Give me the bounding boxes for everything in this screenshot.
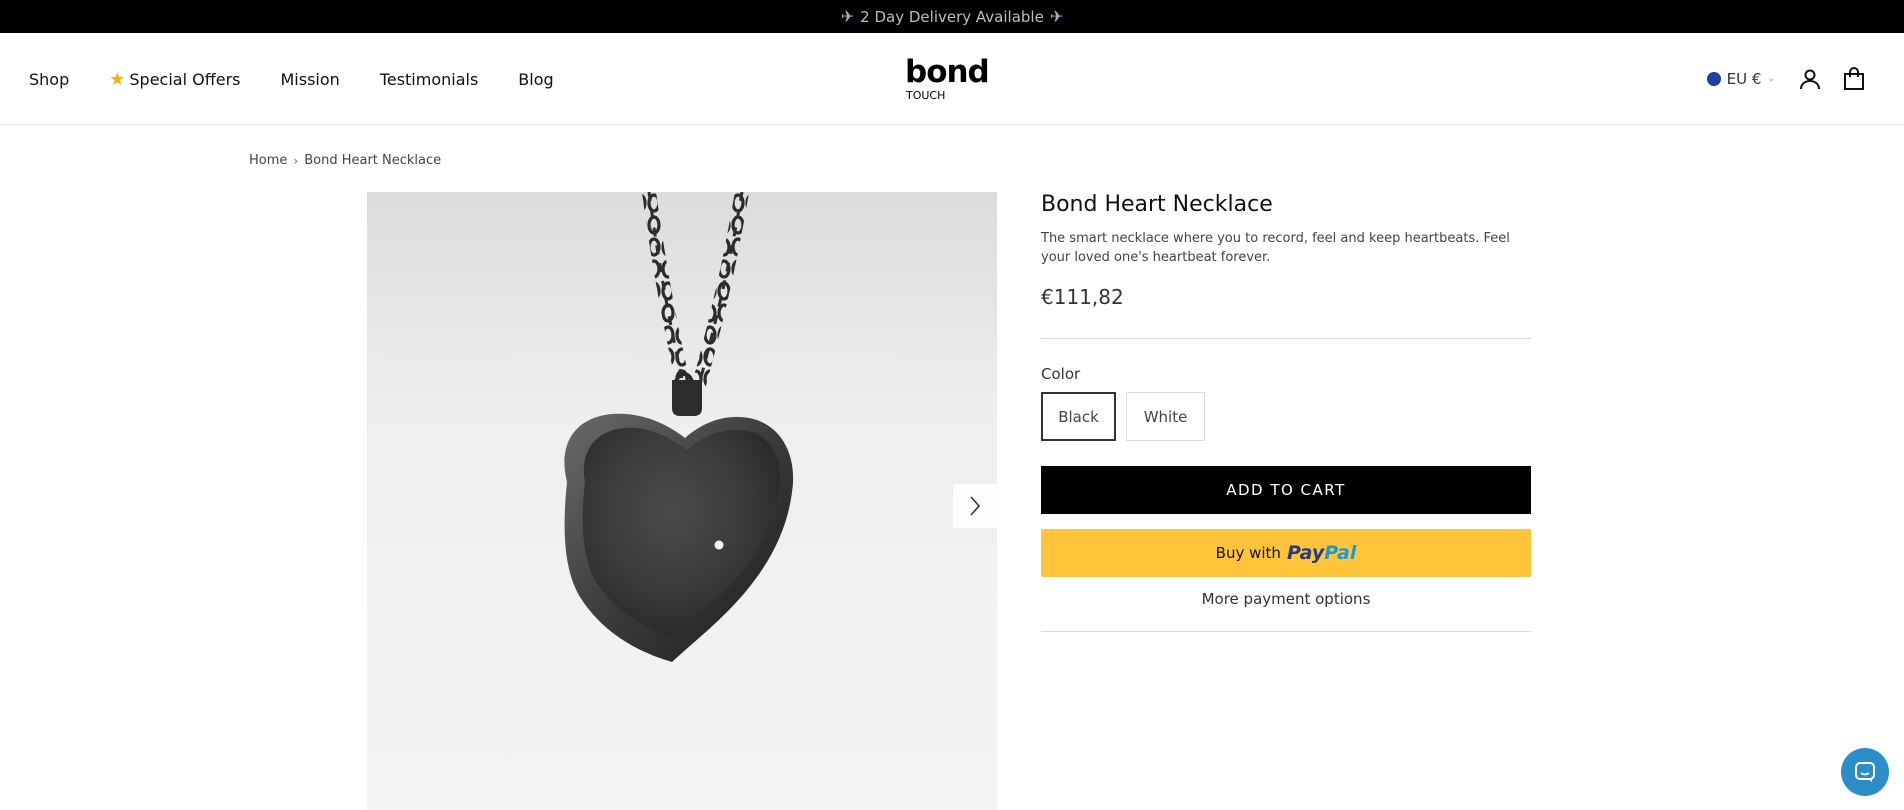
announcement-text: 2 Day Delivery Available [860, 7, 1044, 26]
site-header: Shop ★ Special Offers Mission Testimonia… [0, 33, 1904, 125]
breadcrumb-home[interactable]: Home [249, 153, 287, 168]
globe-flag-icon [1706, 72, 1721, 86]
header-tools: EU € ⌄ [1706, 33, 1904, 125]
nav-item-blog[interactable]: Blog [518, 70, 553, 89]
bag-icon[interactable] [1841, 66, 1867, 92]
main-nav: Shop ★ Special Offers Mission Testimonia… [29, 33, 594, 125]
chevron-down-icon: ⌄ [1767, 74, 1775, 84]
color-option-black[interactable]: Black [1041, 392, 1116, 441]
chevron-right-icon [970, 496, 981, 516]
product-image [564, 192, 794, 662]
plane-icon: ✈ [1049, 7, 1064, 26]
divider [1041, 631, 1531, 632]
paypal-button[interactable]: Buy with PayPal [1041, 529, 1531, 577]
announcement-bar: ✈ 2 Day Delivery Available ✈ [0, 0, 1904, 33]
more-payment-options-link[interactable]: More payment options [1041, 590, 1531, 608]
nav-item-label: Testimonials [379, 69, 479, 89]
logo-word: bond [905, 54, 990, 90]
product-title: Bond Heart Necklace [1041, 192, 1273, 217]
breadcrumb-current: Bond Heart Necklace [304, 153, 442, 168]
star-icon: ★ [109, 68, 126, 90]
nav-item-special-offers[interactable]: ★ Special Offers [109, 69, 240, 90]
nav-item-label: Special Offers [129, 69, 241, 89]
color-options: Black White [1041, 392, 1205, 441]
product-info: Bond Heart Necklace The smart necklace w… [1041, 192, 1531, 632]
nav-item-label: Blog [518, 69, 554, 89]
paypal-prefix: Buy with [1215, 544, 1281, 562]
nav-item-mission[interactable]: Mission [281, 70, 340, 89]
nav-item-shop[interactable]: Shop [29, 70, 69, 89]
account-icon[interactable] [1797, 66, 1823, 92]
currency-selector[interactable]: EU € ⌄ [1706, 70, 1775, 88]
divider [1041, 338, 1531, 339]
nav-item-label: Mission [280, 69, 340, 89]
add-to-cart-button[interactable]: ADD TO CART [1041, 466, 1531, 514]
paypal-logo: PayPal [1286, 542, 1357, 564]
color-label: Color [1041, 365, 1081, 383]
product-gallery[interactable] [367, 192, 997, 810]
pendant [564, 380, 794, 662]
chat-launcher[interactable] [1841, 748, 1889, 796]
breadcrumb: Home › Bond Heart Necklace [249, 153, 441, 168]
gallery-next-button[interactable] [953, 484, 997, 528]
chevron-right-icon: › [293, 153, 299, 168]
chat-icon [1855, 762, 1875, 782]
nav-item-testimonials[interactable]: Testimonials [380, 70, 479, 89]
currency-label: EU € [1726, 70, 1762, 88]
product-description: The smart necklace where you to record, … [1041, 231, 1510, 265]
product-price: €111,82 [1041, 285, 1124, 309]
plane-icon: ✈ [840, 7, 855, 26]
site-logo[interactable]: bond TOUCH [905, 54, 997, 102]
chain [642, 192, 749, 404]
color-option-white[interactable]: White [1126, 392, 1205, 441]
nav-item-label: Shop [29, 69, 70, 89]
logo-sub: TOUCH [906, 89, 946, 102]
